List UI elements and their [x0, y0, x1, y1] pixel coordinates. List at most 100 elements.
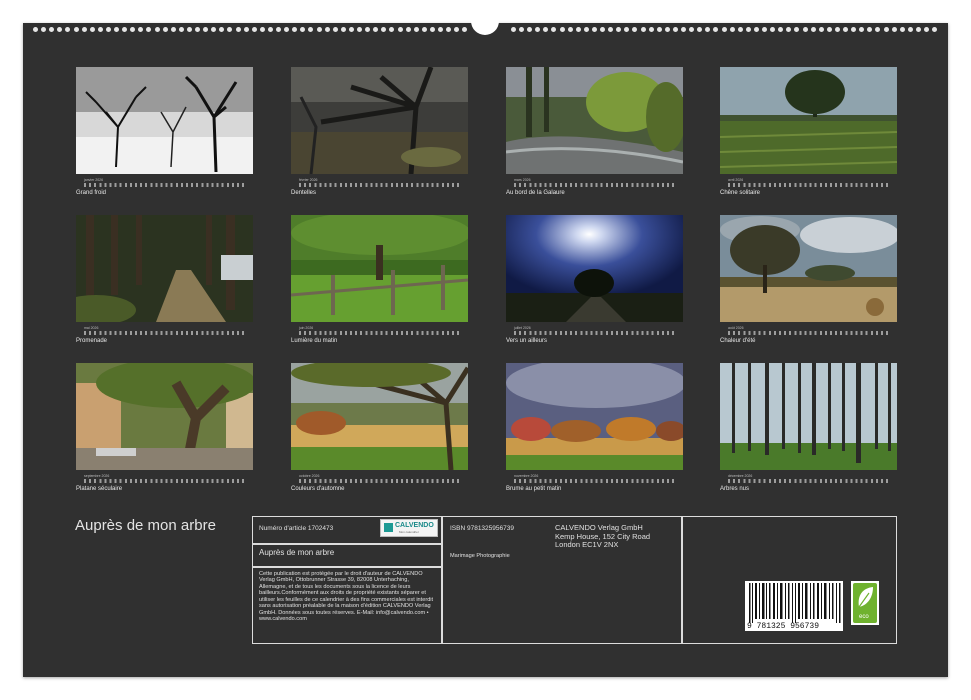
binding-hole [389, 27, 395, 32]
calvendo-logo-sub: Mon calendrier [399, 530, 419, 534]
binding-hole [405, 27, 411, 32]
binding-hole [365, 27, 371, 32]
binding-hole [65, 27, 71, 32]
month-name: octobre 2026 [299, 474, 320, 478]
barcode-digits: 9 781325 956739 [747, 622, 820, 631]
binding-hole [745, 27, 751, 32]
binding-hole [753, 27, 759, 32]
binding-hole [527, 27, 533, 32]
day-grid [84, 183, 247, 187]
article-number: Numéro d'article 1702473 [259, 525, 334, 532]
binding-hole [49, 27, 55, 32]
month-name: janvier 2026 [84, 178, 104, 182]
binding-hole [235, 27, 241, 32]
binding-hole [786, 27, 792, 32]
binding-hole [721, 27, 727, 32]
binding-hole [41, 27, 47, 32]
publisher-address-2: London EC1V 2NX [555, 540, 619, 549]
day-grid [514, 331, 677, 335]
photo-promenade [76, 215, 253, 322]
binding-hole [357, 27, 362, 32]
binding-hole [810, 27, 816, 32]
binding-hole [924, 27, 929, 32]
binding-hole [227, 27, 233, 32]
photo-chaleur-d-ete [720, 215, 897, 322]
day-grid [84, 479, 247, 483]
photo-arbres-nus [720, 363, 897, 470]
binding-hole [851, 27, 857, 32]
binding-hole [373, 27, 379, 32]
binding-hole [591, 27, 597, 32]
binding-hole [567, 27, 573, 32]
eco-label: eco [859, 614, 869, 620]
binding-hole [624, 27, 630, 32]
binding-hole [211, 27, 217, 32]
binding-hole [575, 27, 581, 32]
binding-hole [672, 27, 678, 32]
binding-hole [130, 27, 136, 32]
barcode-bars [749, 583, 841, 623]
binding-hole [348, 27, 354, 32]
calendar-strip: juin 2026 [291, 326, 468, 340]
binding-hole [915, 27, 921, 32]
binding-hole [97, 27, 103, 32]
binding-hole [178, 27, 184, 32]
binding-hole [186, 27, 192, 32]
binding-hole [559, 27, 565, 32]
month-tile-2: février 2026 Dentelles [291, 67, 468, 196]
binding-hole [421, 27, 427, 32]
binding-hole [664, 27, 670, 32]
calendar-title: Auprès de mon arbre [75, 517, 216, 534]
month-tile-8: août 2026 Chaleur d'été [720, 215, 897, 344]
binding-hole [138, 27, 144, 32]
binding-hole [122, 27, 128, 32]
binding-hole [203, 27, 209, 32]
binding-hole [89, 27, 95, 32]
calendar-strip: février 2026 [291, 178, 468, 192]
binding-hole [859, 27, 865, 32]
month-tile-5: mai 2026 Promenade [76, 215, 253, 344]
day-grid [299, 331, 462, 335]
binding-hole [648, 27, 654, 32]
binding-hole [583, 27, 589, 32]
month-name: mai 2026 [84, 326, 99, 330]
binding-hole [267, 27, 273, 32]
month-name: avril 2026 [728, 178, 744, 182]
calendar-strip: décembre 2026 [720, 474, 897, 488]
calendar-strip: mai 2026 [76, 326, 253, 340]
binding-hole [681, 27, 686, 32]
binding-hole [875, 27, 881, 32]
binding-hole [446, 27, 452, 32]
day-grid [728, 479, 891, 483]
day-grid [84, 331, 247, 335]
binding-hole [105, 27, 111, 32]
calendar-strip: septembre 2026 [76, 474, 253, 488]
calendar-strip: janvier 2026 [76, 178, 253, 192]
calendar-strip: octobre 2026 [291, 474, 468, 488]
binding-hole [600, 27, 605, 32]
publisher-name: CALVENDO Verlag GmbH [555, 523, 643, 532]
day-grid [514, 479, 677, 483]
binding-hole [170, 27, 176, 32]
info-title: Auprès de mon arbre [259, 548, 335, 557]
photo-galaure [506, 67, 683, 174]
calendar-strip: juillet 2026 [506, 326, 683, 340]
month-tile-4: avril 2026 Chêne solitaire [720, 67, 897, 196]
binding-hole [762, 27, 767, 32]
binding-hole [826, 27, 832, 32]
day-grid [514, 183, 677, 187]
binding-hole [535, 27, 541, 32]
binding-hole [778, 27, 784, 32]
month-name: décembre 2026 [728, 474, 753, 478]
day-grid [299, 183, 462, 187]
photo-chene-solitaire [720, 67, 897, 174]
binding-hole [883, 27, 889, 32]
day-grid [728, 331, 891, 335]
month-name: février 2026 [299, 178, 318, 182]
binding-hole [543, 27, 549, 32]
month-tile-9: septembre 2026 Platane séculaire [76, 363, 253, 492]
calvendo-logo-text: CALVENDO [395, 522, 434, 529]
month-name: juillet 2026 [514, 326, 531, 330]
eco-leaf-icon: eco [853, 583, 877, 623]
binding-hole [608, 27, 614, 32]
